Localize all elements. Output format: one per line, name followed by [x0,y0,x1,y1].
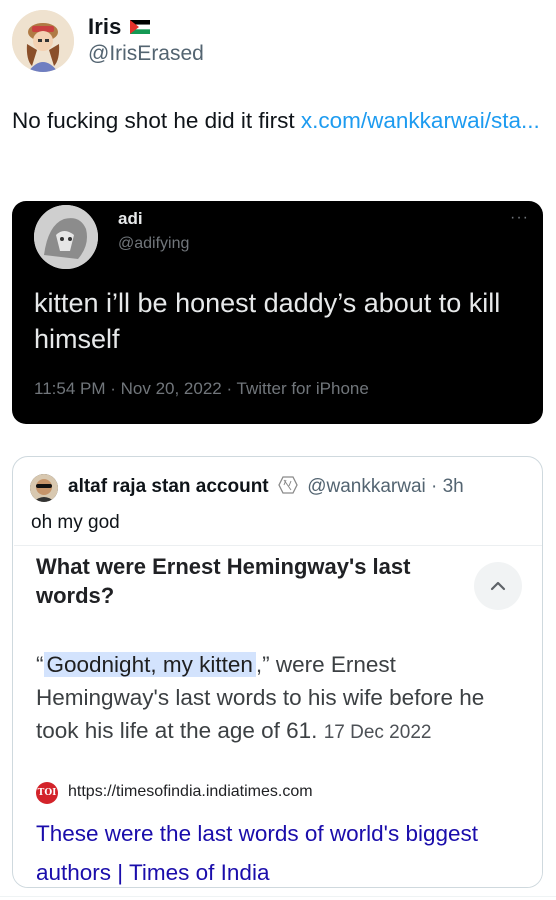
tweet-body: No fucking shot he did it first [12,108,301,133]
quoted-header: altaf raja stan account @wankkarwai · 3h [68,476,464,498]
palestine-flag-icon [130,20,150,34]
toi-logo: TOI [36,782,58,804]
screenshot-avatar [34,205,98,269]
author-handle[interactable]: @IrisErased [88,42,204,66]
screenshot-name: adi [118,209,143,228]
author-name[interactable]: Iris [88,14,121,40]
hexagon-icon [278,476,298,494]
source-url[interactable]: https://timesofindia.indiatimes.com [68,783,313,801]
tweet-text: No fucking shot he did it first x.com/wa… [12,104,542,137]
google-question: What were Ernest Hemingway's last words? [36,554,411,608]
tweet-link[interactable]: x.com/wankkarwai/​sta... [301,108,540,133]
answer-highlight: Goodnight, my kitten [43,652,256,677]
collapse-button[interactable] [474,562,522,610]
divider [0,896,556,897]
screenshot-text: kitten i’ll be honest daddy’s about to k… [34,288,501,354]
chevron-up-icon [490,581,506,591]
google-answer-card: What were Ernest Hemingway's last words?… [14,545,542,887]
result-title-link[interactable]: These were the last words of world's big… [36,814,516,887]
answer-open-quote: “ [36,652,44,677]
quoted-name[interactable]: altaf raja stan account [68,476,269,497]
screenshot-handle: @adifying [118,235,190,252]
tweet-header: Iris @IrisErased [12,10,542,72]
quoted-tweet[interactable]: altaf raja stan account @wankkarwai · 3h… [12,456,543,888]
answer-date: 17 Dec 2022 [323,722,432,743]
more-icon: ··· [510,209,529,226]
screenshot-meta: 11:54 PM · Nov 20, 2022 · Twitter for iP… [34,379,369,398]
author-avatar[interactable] [12,10,74,72]
embedded-tweet-screenshot[interactable]: adi @adifying ··· kitten i’ll be honest … [12,201,543,424]
quoted-avatar [30,474,58,502]
quoted-handle-time[interactable]: @wankkarwai · 3h [307,476,464,497]
quoted-text: oh my god [31,512,120,533]
google-answer: “Goodnight, my kitten,” were Ernest Hemi… [36,648,526,749]
